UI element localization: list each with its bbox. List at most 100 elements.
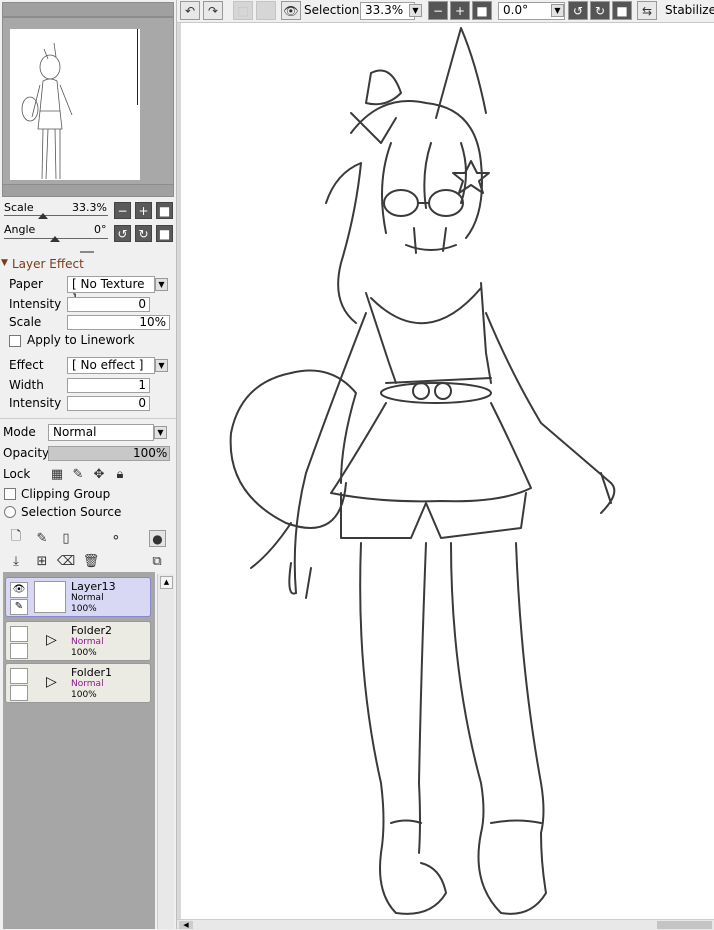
scroll-left-icon[interactable]: ◀ [179,921,193,929]
delete-layer-icon[interactable]: 🗑︎ [83,553,100,569]
effect-width-label: Width [9,378,44,392]
visibility-toggle[interactable] [10,626,28,642]
edit-toggle[interactable] [10,643,28,659]
layer-effect-title[interactable]: Layer Effect [12,257,84,271]
toolbar-rotate-right-icon[interactable]: ↻ [590,1,610,20]
layer-row-folder2[interactable]: ▷ Folder2 Normal 100% [5,621,151,661]
selection-source-radio[interactable] [4,506,16,518]
lock-paint-icon[interactable]: ✎ [70,466,86,482]
clear-layer-icon[interactable]: ⌫ [57,553,75,569]
zoom-reset-button[interactable]: ■ [156,202,173,219]
flip-horizontal-icon[interactable]: ⇆ [637,1,657,20]
undo-icon[interactable]: ↶ [180,1,200,20]
paper-intensity-field[interactable]: 0 [67,297,150,312]
folder-expand-icon[interactable]: ▷ [46,632,57,648]
toolbar-zoom-in-icon[interactable]: + [450,1,470,20]
new-layer-icon[interactable]: 🗋︎ [8,529,24,546]
scale-slider-thumb[interactable] [38,213,48,219]
edit-pencil-icon[interactable]: ✎ [10,599,28,615]
scroll-thumb[interactable] [657,921,712,929]
rotation-dropdown-icon[interactable]: ▼ [551,4,564,17]
redo-icon[interactable]: ↷ [203,1,223,20]
paper-intensity-label: Intensity [9,297,62,311]
paper-scale-field[interactable]: 10% [67,315,170,330]
eye-icon[interactable]: 👁︎ [281,1,301,20]
clipping-group-checkbox[interactable] [4,488,16,500]
lock-transparency-icon[interactable]: ▦ [49,466,65,482]
clipping-group-label: Clipping Group [21,487,111,501]
scroll-up-icon[interactable]: ▲ [160,576,173,589]
lock-move-icon[interactable]: ✥ [91,466,107,482]
angle-value: 0° [94,223,107,236]
new-folder-icon[interactable]: ▯ [58,530,74,546]
scale-value: 33.3% [72,201,107,214]
layer-opacity: 100% [71,690,97,700]
navigator-bottom-bar [2,184,174,197]
zoom-select[interactable]: 33.3% [360,2,415,20]
toolbar-zoom-out-icon[interactable]: − [428,1,448,20]
folder-expand-icon[interactable]: ▷ [46,674,57,690]
zoom-in-button[interactable]: + [135,202,152,219]
character-sketch [229,27,616,915]
toolbar-zoom-reset-icon[interactable]: ■ [472,1,492,20]
new-linework-layer-icon[interactable]: ✎ [34,530,50,546]
toolbar-rotate-left-icon[interactable]: ↺ [568,1,588,20]
navigator-top-bar [2,2,174,17]
layer-row-layer13[interactable]: 👁︎ ✎ Layer13 Normal 100% [5,577,151,617]
effect-width-field[interactable]: 1 [67,378,150,393]
navigator-view-rect[interactable] [10,29,138,105]
collapse-arrow-icon[interactable]: ▼ [1,258,8,268]
layer-opacity: 100% [71,648,97,658]
edit-toggle[interactable] [10,685,28,701]
layer-mask-button[interactable]: ● [149,530,166,547]
paper-texture-select[interactable]: [ No Texture ] [67,276,155,306]
effect-intensity-label: Intensity [9,396,62,410]
paper-scale-label: Scale [9,315,42,329]
drawing-canvas[interactable] [177,23,714,919]
visibility-toggle[interactable] [10,668,28,684]
effect-select[interactable]: [ No effect ] [67,357,155,374]
rotate-reset-button[interactable]: ■ [156,225,173,242]
navigator-preview[interactable] [2,17,174,185]
layer-name: Folder2 [71,624,112,637]
rotate-right-button[interactable]: ↻ [135,225,152,242]
lock-label: Lock [3,467,31,481]
scale-label: Scale [4,201,34,214]
left-panel: Scale 33.3% − + ■ Angle 0° ↺ ↻ ■ ▼ Layer… [0,0,177,929]
angle-label: Angle [4,223,36,236]
transfer-down-icon[interactable]: ⤓ [8,553,24,569]
zoom-dropdown-icon[interactable]: ▼ [409,4,422,17]
blend-mode-label: Mode [3,425,36,439]
layer-row-folder1[interactable]: ▷ Folder1 Normal 100% [5,663,151,703]
canvas-horizontal-scrollbar[interactable]: ◀ [177,919,714,930]
layer-blend-mode: Normal [71,679,104,689]
layer-list-scrollbar[interactable]: ▲ [157,574,174,929]
apply-linework-checkbox[interactable] [9,335,21,347]
effect-label: Effect [9,358,44,372]
paper-dropdown-icon[interactable]: ▼ [155,278,168,291]
deselect-icon[interactable]: ⬚ [233,1,253,20]
toolbar-rotate-reset-icon[interactable]: ■ [612,1,632,20]
layer-menu-icon[interactable]: ⚬ [108,530,124,546]
effect-dropdown-icon[interactable]: ▼ [155,359,168,372]
effect-intensity-field[interactable]: 0 [67,396,150,411]
angle-slider-thumb[interactable] [50,236,60,242]
stabilizer-label: Stabilizer [665,3,714,17]
layer-thumbnail [34,581,66,613]
merge-down-icon[interactable]: ⊞ [34,553,50,569]
opacity-label: Opacity [3,446,50,460]
invert-selection-icon[interactable] [256,1,276,20]
paper-label: Paper [9,277,43,291]
section-divider [0,418,176,419]
selection-toggle[interactable]: Selection [304,3,359,17]
duplicate-layer-icon[interactable]: ⧉ [149,553,165,569]
rotate-left-button[interactable]: ↺ [114,225,131,242]
blend-mode-dropdown-icon[interactable]: ▼ [154,426,167,439]
layer-blend-mode: Normal [71,637,104,647]
zoom-out-button[interactable]: − [114,202,131,219]
scale-slider[interactable] [4,215,108,216]
lock-all-icon[interactable]: 🔒︎ [112,466,128,482]
visibility-eye-icon[interactable]: 👁︎ [10,582,28,598]
blend-mode-select[interactable]: Normal [48,424,154,441]
splitter-grip[interactable] [80,251,94,253]
